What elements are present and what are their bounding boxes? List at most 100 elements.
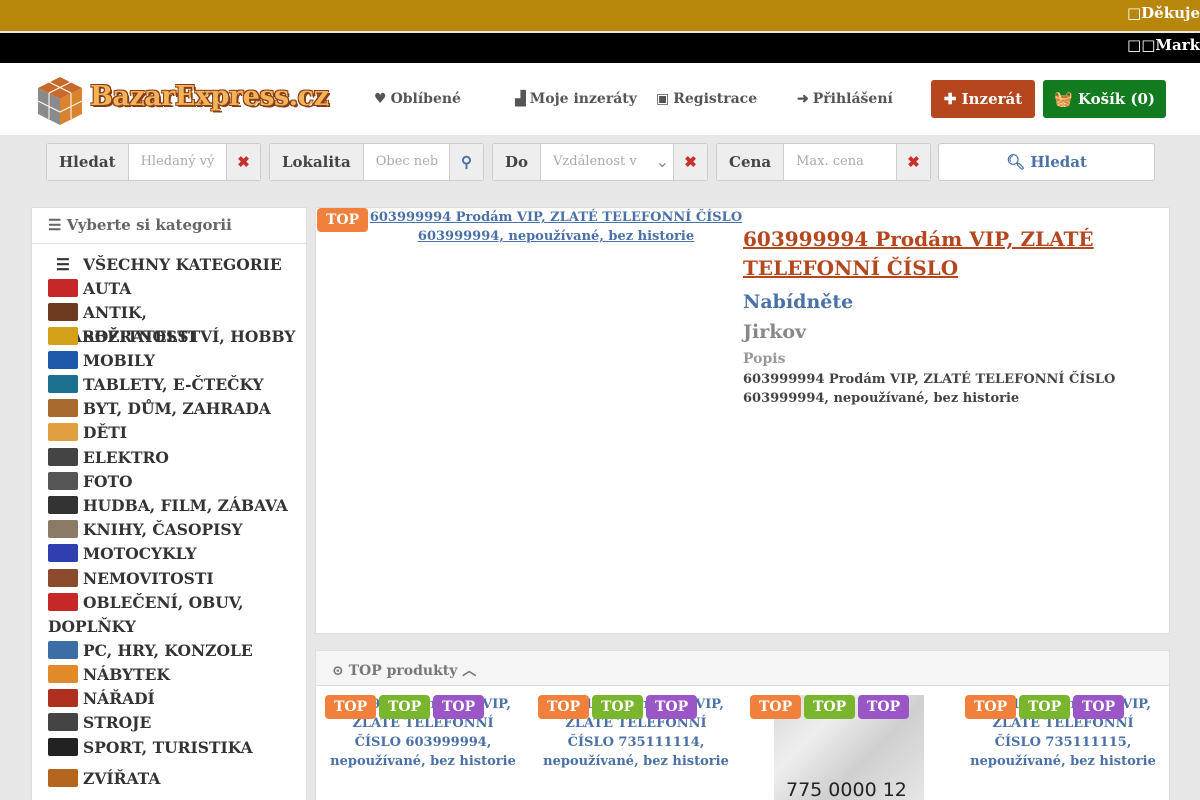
search-button[interactable]: 🔍︎ Hledat bbox=[938, 143, 1155, 181]
sidebar-item-category[interactable]: STROJE bbox=[48, 711, 300, 735]
product-image-number: 775 0000 12 bbox=[786, 779, 907, 800]
top-products-panel: ⊙ TOP produkty ︿ 603999994 Prodám VIP, Z… bbox=[315, 650, 1170, 800]
search-bar: Hledat Hledaný vý ✖ Lokalita Obec neb ⚲ … bbox=[0, 135, 1200, 189]
house-icon bbox=[48, 399, 78, 417]
sidebar-item-category[interactable]: NÁBYTEK bbox=[48, 663, 300, 687]
distance-label: Do bbox=[493, 144, 542, 180]
heart-icon: ♥ bbox=[374, 91, 387, 107]
login-icon: ➜ bbox=[797, 91, 809, 107]
announcement-text: □Děkuje bbox=[1127, 4, 1200, 22]
top-badge: TOP bbox=[804, 695, 856, 719]
sidebar-item-label: PC, HRY, KONZOLE bbox=[83, 641, 253, 660]
cart-button[interactable]: 🧺 Košík (0) bbox=[1043, 80, 1166, 118]
price-input[interactable]: Max. cena bbox=[784, 144, 896, 180]
sidebar-item-category[interactable]: AUTA bbox=[48, 277, 300, 301]
sidebar-item-category[interactable]: MOTOCYKLY bbox=[48, 542, 300, 566]
sidebar-item-category[interactable]: SPORT, TURISTIKA bbox=[48, 736, 300, 760]
add-ad-button[interactable]: ✚ Inzerát bbox=[931, 80, 1035, 118]
listing-description: 603999994 Prodám VIP, ZLATÉ TELEFONNÍ ČÍ… bbox=[743, 372, 1116, 406]
camera-icon bbox=[48, 472, 78, 490]
sidebar-item-category[interactable]: HUDBA, FILM, ZÁBAVA bbox=[48, 494, 300, 518]
search-icon: 🔍︎ bbox=[1006, 153, 1026, 171]
mobile-icon bbox=[48, 351, 78, 369]
query-input[interactable]: Hledaný vý bbox=[129, 144, 226, 180]
sidebar-item-label: MOTOCYKLY bbox=[83, 544, 197, 563]
sidebar-item-label: DĚTI bbox=[83, 423, 128, 442]
query-search-group: Hledat Hledaný vý ✖ bbox=[46, 143, 261, 181]
top-badge: TOP bbox=[379, 695, 431, 719]
sidebar-item-category[interactable]: TABLETY, E-ČTEČKY bbox=[48, 373, 300, 397]
sidebar-item-category[interactable]: BYT, DŮM, ZAHRADA bbox=[48, 397, 300, 421]
sidebar-item-category[interactable]: MOBILY bbox=[48, 349, 300, 373]
sidebar-item-label: NÁŘADÍ bbox=[83, 689, 155, 708]
sidebar-item-category[interactable]: FOTO bbox=[48, 470, 300, 494]
coins-icon bbox=[48, 327, 78, 345]
sidebar-item-label: SPORT, TURISTIKA bbox=[83, 738, 253, 757]
listing-image-link[interactable]: 603999994 Prodám VIP, ZLATÉ TELEFONNÍ ČÍ… bbox=[356, 208, 756, 246]
sidebar-item-category[interactable]: ZVÍŘATA bbox=[48, 767, 300, 791]
sidebar-item-category[interactable]: SBĚRATELSTVÍ, HOBBY bbox=[48, 325, 300, 349]
piano-icon bbox=[48, 496, 78, 514]
map-marker-icon[interactable]: ⚲ bbox=[449, 144, 483, 180]
chevron-down-icon: ⌄ bbox=[655, 152, 669, 171]
category-sidebar: ☰ Vyberte si kategorii ☰ VŠECHNY KATEGORI… bbox=[31, 207, 307, 800]
sidebar-item-category[interactable]: ELEKTRO bbox=[48, 446, 300, 470]
distance-search-group: Do Vzdálenost v ⌄ ✖ bbox=[492, 143, 708, 181]
antique-chair-icon bbox=[48, 303, 78, 321]
drill-icon bbox=[48, 689, 78, 707]
logo-text: BazarExpress.cz bbox=[90, 81, 329, 112]
sidebar-item-label: NEMOVITOSTI bbox=[83, 569, 214, 588]
sidebar-item-label: ZVÍŘATA bbox=[83, 769, 161, 788]
clear-query-icon[interactable]: ✖ bbox=[226, 144, 260, 180]
nav-login-label: Přihlášení bbox=[812, 91, 893, 107]
nav-favorites[interactable]: ♥ Oblíbené bbox=[374, 91, 461, 107]
top-badge: TOP bbox=[646, 695, 698, 719]
nav-login[interactable]: ➜ Přihlášení bbox=[797, 91, 893, 107]
sidebar-item-label: VŠECHNY KATEGORIE bbox=[83, 255, 282, 274]
top-badge: TOP bbox=[858, 695, 910, 719]
top-badge: TOP bbox=[538, 695, 590, 719]
sidebar-item-category[interactable]: NÁŘADÍ bbox=[48, 687, 300, 711]
location-input[interactable]: Obec neb bbox=[364, 144, 449, 180]
listing-title[interactable]: 603999994 Prodám VIP, ZLATÉ TELEFONNÍ ČÍ… bbox=[743, 225, 1123, 283]
plus-icon: ✚ bbox=[943, 90, 957, 108]
nav-my-ads-label: Moje inzeráty bbox=[529, 91, 637, 107]
clear-distance-icon[interactable]: ✖ bbox=[673, 144, 707, 180]
sidebar-item-category[interactable]: PC, HRY, KONZOLE bbox=[48, 639, 300, 663]
listing-location: Jirkov bbox=[743, 321, 807, 343]
sidebar-item-label: FOTO bbox=[83, 472, 133, 491]
site-logo[interactable]: BazarExpress.cz bbox=[36, 75, 341, 131]
list-icon: ☰ bbox=[56, 255, 70, 274]
top-badge: TOP bbox=[325, 695, 377, 719]
logo-cube-icon bbox=[37, 77, 83, 125]
listing-detail: TOP 603999994 Prodám VIP, ZLATÉ TELEFONN… bbox=[315, 207, 1170, 634]
top-badge: TOP bbox=[965, 695, 1017, 719]
nav-my-ads[interactable]: ▟ Moje inzeráty bbox=[515, 91, 637, 107]
price-label: Cena bbox=[717, 144, 785, 180]
nav-register[interactable]: ▣ Registrace bbox=[656, 91, 757, 107]
cart-label: Košík (0) bbox=[1077, 90, 1156, 108]
top-badge: TOP bbox=[750, 695, 802, 719]
clear-price-icon[interactable]: ✖ bbox=[896, 144, 930, 180]
chevron-up-icon: ︿ bbox=[462, 663, 477, 679]
distance-select[interactable]: Vzdálenost v bbox=[541, 144, 656, 180]
sidebar-item-category[interactable]: DĚTI bbox=[48, 421, 300, 445]
marquee-text: □□Mark bbox=[1127, 36, 1200, 54]
book-icon bbox=[48, 520, 78, 538]
motorcycle-icon bbox=[48, 544, 78, 562]
sidebar-item-category[interactable]: OBLEČENÍ, OBUV, DOPLŇKY bbox=[48, 591, 300, 639]
sidebar-item-category[interactable]: KNIHY, ČASOPISY bbox=[48, 518, 300, 542]
radio-icon bbox=[48, 448, 78, 466]
sidebar-item-label: MOBILY bbox=[83, 351, 155, 370]
arrow-circle-up-icon: ⊙ bbox=[332, 663, 344, 679]
top-products-heading[interactable]: ⊙ TOP produkty ︿ bbox=[316, 651, 1169, 686]
sidebar-item-category[interactable]: ☰ VŠECHNY KATEGORIE bbox=[48, 253, 300, 277]
query-label: Hledat bbox=[47, 144, 129, 180]
sidebar-item-category[interactable]: NEMOVITOSTI bbox=[48, 567, 300, 591]
shirt-icon bbox=[48, 593, 78, 611]
top-badge: TOP bbox=[1019, 695, 1071, 719]
tablet-icon bbox=[48, 375, 78, 393]
announcement-bar: □Děkuje bbox=[0, 0, 1200, 31]
shopping-bag-icon: ▟ bbox=[515, 91, 526, 107]
car-icon bbox=[48, 279, 78, 297]
